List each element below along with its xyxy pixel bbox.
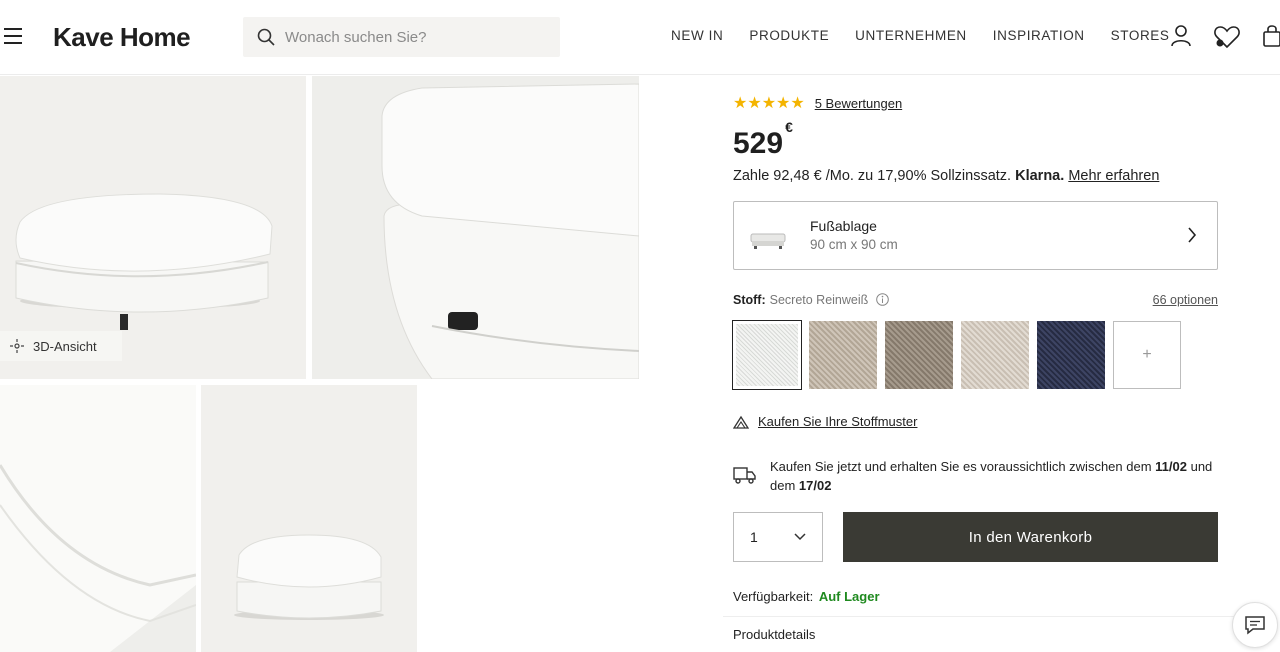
nav-unternehmen[interactable]: UNTERNEHMEN [855,28,967,43]
3d-icon [10,339,24,353]
variant-dimensions: 90 cm x 90 cm [810,237,898,252]
nav-new-in[interactable]: NEW IN [671,28,723,43]
reviews-link[interactable]: 5 Bewertungen [815,96,902,111]
3d-view-button[interactable]: 3D-Ansicht [0,331,122,361]
fabric-sample-row: Kaufen Sie Ihre Stoffmuster [733,414,917,429]
nav-stores[interactable]: STORES [1111,28,1170,43]
fabric-options-link[interactable]: 66 optionen [1153,293,1218,307]
availability-status: Auf Lager [818,589,880,604]
cushion-edge-image [0,385,196,652]
rating-row: ★★★★★ 5 Bewertungen [733,93,902,113]
klarna-brand: Klarna. [1015,168,1065,184]
price-value: 529 [733,127,784,160]
swatch-taupe[interactable] [885,321,953,389]
add-to-cart-button[interactable]: In den Warenkorb [843,512,1218,562]
product-image-2[interactable] [312,76,639,379]
availability: Verfügbarkeit: Auf Lager [733,589,880,604]
logo[interactable]: Kave Home [53,22,191,53]
ottoman-small-image [201,385,417,652]
fabric-value: Secreto Reinweiß [769,293,869,307]
delivery-info: Kaufen Sie jetzt und erhalten Sie es vor… [733,457,1218,497]
delivery-text: Kaufen Sie jetzt und erhalten Sie es vor… [770,457,1220,495]
quantity-select[interactable]: 1 [733,512,823,562]
footstool-thumbnail [750,233,786,249]
variant-selector[interactable]: Fußablage 90 cm x 90 cm [733,201,1218,270]
quantity-value: 1 [750,529,758,545]
fabric-label: Stoff: [733,293,766,307]
search-bar[interactable] [243,17,560,57]
nav-produkte[interactable]: PRODUKTE [749,28,829,43]
chevron-down-icon [794,533,806,541]
search-input[interactable] [285,25,550,49]
ottoman-closeup-image [312,76,639,379]
chat-button[interactable] [1232,602,1278,648]
swatch-beige[interactable] [809,321,877,389]
product-image-3[interactable] [0,385,196,652]
financing-row: Zahle 92,48 € /Mo. zu 17,90% Sollzinssat… [733,168,1159,184]
product-details-heading[interactable]: Produktdetails [733,627,815,642]
price: 529 € [733,119,793,161]
financing-text: Zahle 92,48 € /Mo. zu 17,90% Sollzinssat… [733,168,1012,184]
nav-inspiration[interactable]: INSPIRATION [993,28,1085,43]
truck-icon [733,467,756,484]
main-nav: NEW IN PRODUKTE UNTERNEHMEN INSPIRATION … [671,28,1170,43]
3d-view-label: 3D-Ansicht [33,338,97,354]
fabric-row: Stoff: Secreto Reinweiß 66 optionen [733,293,1218,307]
fabric-samples-link[interactable]: Kaufen Sie Ihre Stoffmuster [758,414,917,429]
chevron-right-icon [1188,227,1197,243]
fabric-swatches: + [732,320,1181,390]
product-image-4[interactable] [201,385,417,652]
delivery-date-to: 17/02 [798,478,832,493]
swatch-cream[interactable] [961,321,1029,389]
user-icon[interactable] [1170,24,1192,48]
bag-icon[interactable] [1262,24,1280,48]
price-currency: € [785,119,793,135]
divider [723,616,1243,617]
financing-link[interactable]: Mehr erfahren [1068,168,1159,184]
delivery-date-from: 11/02 [1155,459,1187,474]
chat-icon [1245,616,1265,635]
rating-stars: ★★★★★ [733,95,805,112]
availability-label: Verfügbarkeit: [733,589,814,604]
wishlist-icon[interactable] [1213,24,1241,50]
search-icon [257,28,275,46]
swatch-navy[interactable] [1037,321,1105,389]
variant-title: Fußablage [810,218,877,234]
site-header: Kave Home NEW IN PRODUKTE UNTERNEHMEN IN… [0,0,1280,75]
swatch-reinweiss[interactable] [732,320,802,390]
info-icon[interactable] [875,293,889,306]
menu-icon[interactable] [4,28,22,44]
more-swatches-button[interactable]: + [1113,321,1181,389]
delivery-text-a: Kaufen Sie jetzt und erhalten Sie es vor… [770,459,1156,474]
fabric-sample-icon [733,415,749,429]
